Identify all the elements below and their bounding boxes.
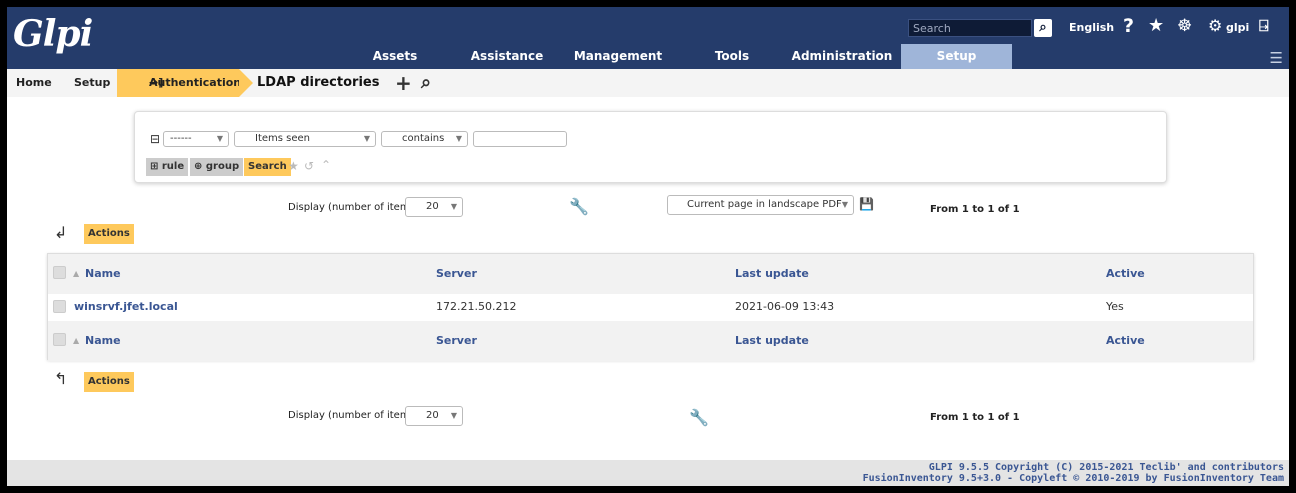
select-all-checkbox[interactable] bbox=[53, 266, 66, 279]
breadcrumb-authentication[interactable]: →] Authentication bbox=[117, 69, 253, 97]
glpi-copyright[interactable]: GLPI 9.5.5 Copyright (C) 2015-2021 Tecli… bbox=[929, 462, 1284, 473]
pagination-count-bottom: From 1 to 1 of 1 bbox=[930, 412, 1020, 423]
column-footer-active[interactable]: Active bbox=[1106, 334, 1145, 347]
breadcrumb-home[interactable]: Home bbox=[16, 69, 52, 97]
help-icon[interactable]: ? bbox=[1123, 15, 1134, 37]
menu-management[interactable]: Management bbox=[573, 44, 663, 69]
row-checkbox[interactable] bbox=[53, 300, 66, 313]
field-select[interactable]: Items seen ▼ bbox=[234, 131, 376, 147]
main-menu: Assets Assistance Management Tools Admin… bbox=[7, 44, 1289, 69]
breadcrumb-authentication-label: Authentication bbox=[149, 76, 242, 89]
bug-icon[interactable]: ☸ bbox=[1177, 15, 1192, 37]
page-footer: GLPI 9.5.5 Copyright (C) 2015-2021 Tecli… bbox=[7, 460, 1289, 486]
save-export-icon[interactable]: 💾 bbox=[859, 197, 874, 211]
link-select-value: ------ bbox=[170, 133, 192, 144]
column-header-server[interactable]: Server bbox=[436, 267, 477, 280]
column-header-last-update[interactable]: Last update bbox=[735, 267, 809, 280]
select-all-checkbox-bottom[interactable] bbox=[53, 333, 66, 346]
row-server: 172.21.50.212 bbox=[436, 300, 517, 313]
export-select[interactable]: Current page in landscape PDF ▼ bbox=[667, 195, 854, 215]
reset-icon[interactable]: ↺ bbox=[304, 159, 314, 173]
collapse-icon[interactable]: ⊟ bbox=[150, 132, 160, 146]
row-last-update: 2021-06-09 13:43 bbox=[735, 300, 835, 313]
page-title: LDAP directories bbox=[257, 75, 380, 90]
column-footer-server[interactable]: Server bbox=[436, 334, 477, 347]
global-search-input[interactable]: Search bbox=[908, 19, 1032, 37]
column-header-name[interactable]: Name bbox=[85, 267, 121, 280]
menu-assets[interactable]: Assets bbox=[365, 44, 425, 69]
row-name-link[interactable]: winsrvf.jfet.local bbox=[74, 300, 178, 313]
column-header-active[interactable]: Active bbox=[1106, 267, 1145, 280]
add-group-label: group bbox=[205, 161, 240, 172]
table-row: winsrvf.jfet.local 172.21.50.212 2021-06… bbox=[48, 294, 1253, 321]
hamburger-menu-icon[interactable]: ☰ bbox=[1270, 49, 1283, 67]
sort-icon[interactable]: ▲ bbox=[73, 269, 79, 278]
bookmark-star-icon[interactable]: ★ bbox=[288, 159, 299, 173]
breadcrumb: Home Setup →] Authentication LDAP direct… bbox=[7, 69, 1289, 97]
logout-icon[interactable]: ⍈ bbox=[1259, 15, 1269, 37]
arrow-up-left-icon: ↰ bbox=[54, 369, 68, 388]
plus-square-icon: ⊞ bbox=[150, 161, 159, 172]
search-button[interactable]: Search bbox=[244, 158, 291, 176]
menu-setup[interactable]: Setup bbox=[901, 44, 1012, 69]
criteria-value-input[interactable] bbox=[473, 131, 567, 147]
display-count-select[interactable]: 20 ▼ bbox=[405, 197, 463, 217]
massive-actions-button-bottom[interactable]: Actions bbox=[84, 372, 134, 392]
top-header: Glpi Search ⌕ English ? ★ ☸ ⚙ glpi ⍈ Ass… bbox=[7, 7, 1289, 69]
operator-select[interactable]: contains ▼ bbox=[381, 131, 468, 147]
arrow-down-left-icon: ↲ bbox=[54, 223, 68, 242]
pagination-count: From 1 to 1 of 1 bbox=[930, 204, 1020, 215]
field-select-value: Items seen bbox=[255, 133, 311, 144]
wrench-icon[interactable]: 🔧 bbox=[569, 197, 589, 216]
wrench-icon-bottom[interactable]: 🔧 bbox=[689, 408, 709, 427]
user-name[interactable]: glpi bbox=[1226, 21, 1249, 34]
add-icon[interactable]: + bbox=[395, 71, 412, 95]
column-footer-name[interactable]: Name bbox=[85, 334, 121, 347]
sort-icon-bottom[interactable]: ▲ bbox=[73, 336, 79, 345]
add-rule-button[interactable]: ⊞ rule bbox=[146, 158, 189, 176]
row-active: Yes bbox=[1106, 300, 1124, 313]
display-count-label: Display (number of items) bbox=[288, 202, 419, 213]
glpi-window: Glpi Search ⌕ English ? ★ ☸ ⚙ glpi ⍈ Ass… bbox=[7, 7, 1289, 486]
fusioninventory-copyright[interactable]: FusionInventory 9.5+3.0 - Copyleft © 201… bbox=[863, 473, 1284, 484]
menu-administration[interactable]: Administration bbox=[787, 44, 897, 69]
column-footer-last-update[interactable]: Last update bbox=[735, 334, 809, 347]
ldap-directories-table: ▲ Name Server Last update Active winsrvf… bbox=[47, 253, 1254, 361]
display-count-value: 20 bbox=[426, 201, 439, 212]
gear-icon[interactable]: ⚙ bbox=[1208, 15, 1222, 37]
menu-assistance[interactable]: Assistance bbox=[462, 44, 552, 69]
breadcrumb-setup[interactable]: Setup bbox=[74, 69, 110, 97]
language-link[interactable]: English bbox=[1069, 21, 1114, 34]
menu-tools[interactable]: Tools bbox=[707, 44, 757, 69]
star-icon[interactable]: ★ bbox=[1148, 15, 1164, 37]
link-select[interactable]: ------ ▼ bbox=[163, 131, 229, 147]
fold-up-icon[interactable]: ⌃ bbox=[321, 158, 331, 172]
display-count-label-bottom: Display (number of items) bbox=[288, 410, 419, 421]
display-count-select-bottom[interactable]: 20 ▼ bbox=[405, 406, 463, 426]
search-list-icon[interactable]: ⌕ bbox=[421, 71, 431, 95]
operator-select-value: contains bbox=[402, 133, 445, 144]
massive-actions-button-top[interactable]: Actions bbox=[84, 224, 134, 244]
add-group-button[interactable]: ⊕ group bbox=[190, 158, 244, 176]
table-footer-row: ▲ Name Server Last update Active bbox=[48, 321, 1253, 361]
search-criteria-panel: ⊟ ------ ▼ Items seen ▼ contains ▼ ⊞ rule ⊕… bbox=[134, 111, 1167, 183]
display-count-value-bottom: 20 bbox=[426, 410, 439, 421]
search-icon[interactable]: ⌕ bbox=[1034, 19, 1052, 37]
add-rule-label: rule bbox=[161, 161, 185, 172]
table-header-row: ▲ Name Server Last update Active bbox=[48, 254, 1253, 294]
export-select-value: Current page in landscape PDF bbox=[687, 199, 842, 210]
plus-circle-icon: ⊕ bbox=[194, 161, 203, 172]
